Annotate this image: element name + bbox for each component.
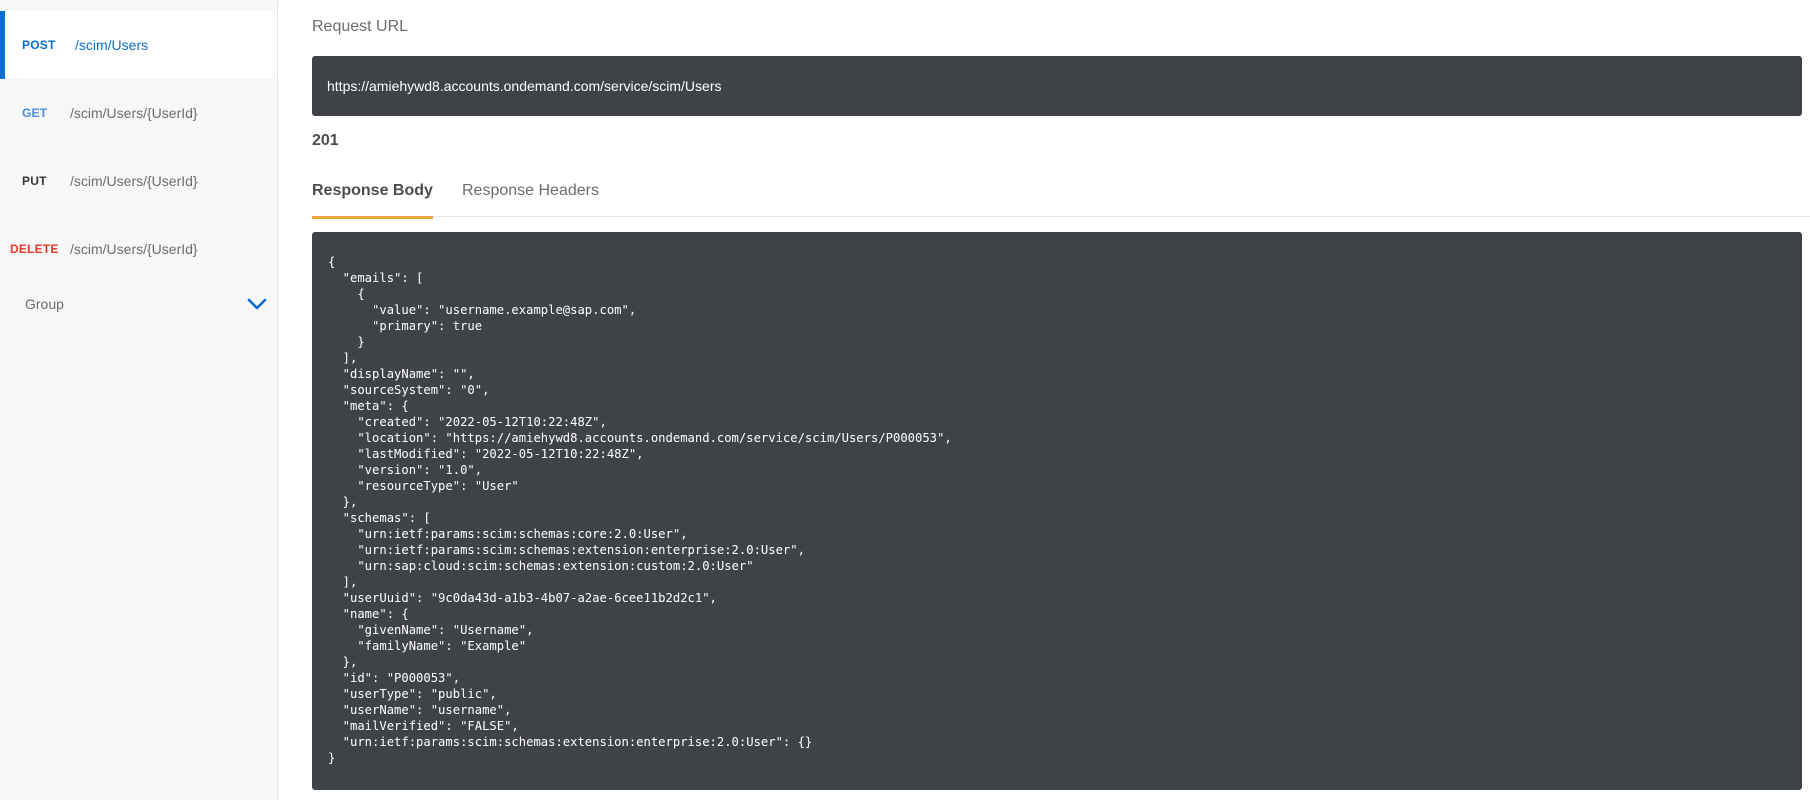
status-code: 201 <box>312 132 339 149</box>
request-url-field[interactable]: https://amiehywd8.accounts.ondemand.com/… <box>312 56 1802 116</box>
method-badge-post: POST <box>22 38 56 52</box>
method-badge-get: GET <box>22 106 48 120</box>
group-label: Group <box>25 296 64 312</box>
sidebar-item-post-users[interactable]: POST /scim/Users <box>0 11 277 79</box>
chevron-down-icon <box>247 298 267 310</box>
sidebar-item-path: /scim/Users/{UserId} <box>70 173 198 189</box>
response-body-panel[interactable]: { "emails": [ { "value": "username.examp… <box>312 232 1802 790</box>
sidebar-group-toggle[interactable]: Group <box>0 282 277 326</box>
sidebar: POST /scim/Users GET /scim/Users/{UserId… <box>0 0 278 800</box>
sidebar-item-delete-user[interactable]: DELETE /scim/Users/{UserId} <box>0 215 277 283</box>
sidebar-item-path: /scim/Users/{UserId} <box>70 105 198 121</box>
response-body-json: { "emails": [ { "value": "username.examp… <box>328 255 952 765</box>
tab-response-body[interactable]: Response Body <box>312 182 433 219</box>
method-badge-delete: DELETE <box>10 242 59 256</box>
tab-response-headers[interactable]: Response Headers <box>462 182 599 216</box>
request-url-label: Request URL <box>312 18 409 35</box>
sidebar-item-put-user[interactable]: PUT /scim/Users/{UserId} <box>0 147 277 215</box>
sidebar-item-get-user[interactable]: GET /scim/Users/{UserId} <box>0 79 277 147</box>
method-badge-put: PUT <box>22 174 47 188</box>
sidebar-item-path: /scim/Users/{UserId} <box>70 241 198 257</box>
response-tabs: Response Body Response Headers <box>312 176 1810 219</box>
main-panel: Request URL https://amiehywd8.accounts.o… <box>278 0 1810 800</box>
sidebar-item-path: /scim/Users <box>75 37 149 53</box>
